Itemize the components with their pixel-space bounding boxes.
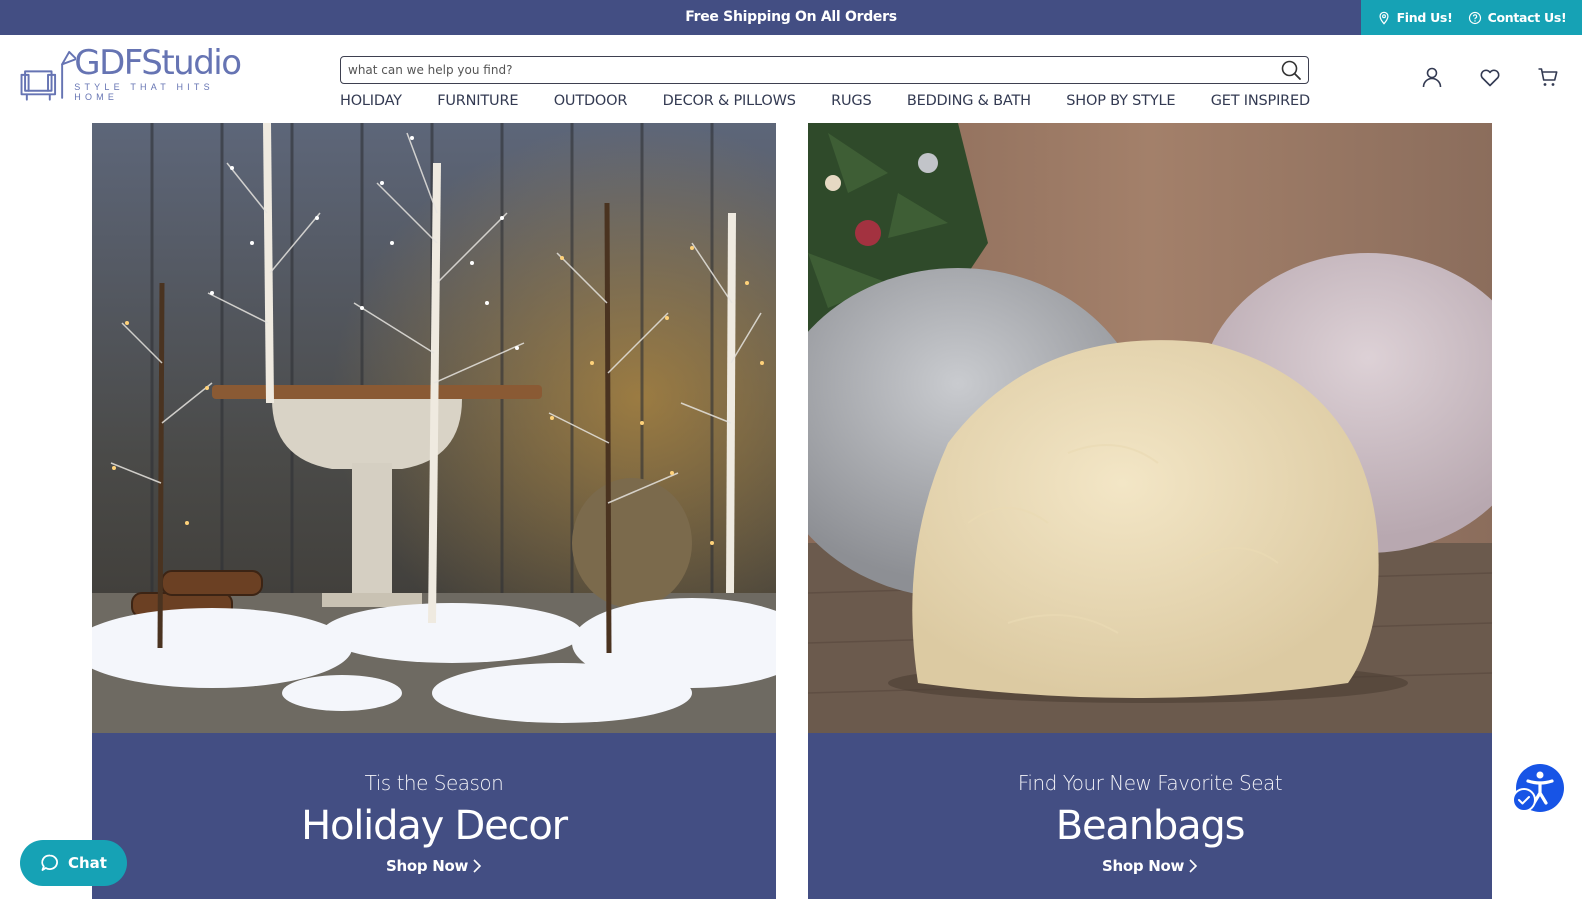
site-header: GDFStudio STYLE THAT HITS HOME HOLIDAY F… [0,35,1582,123]
account-icon[interactable] [1420,65,1444,89]
logo-tagline: STYLE THAT HITS HOME [74,82,214,102]
nav-item-shop-by-style[interactable]: SHOP BY STYLE [1066,93,1175,117]
nav-item-holiday[interactable]: HOLIDAY [340,93,402,117]
promo-title: Holiday Decor [301,803,568,849]
main-nav: HOLIDAY FURNITURE OUTDOOR DECOR & PILLOW… [340,93,1310,117]
nav-item-rugs[interactable]: RUGS [831,93,872,117]
site-logo[interactable]: GDFStudio STYLE THAT HITS HOME [18,41,242,107]
nav-item-decor-pillows[interactable]: DECOR & PILLOWS [663,93,796,117]
holiday-trees-image [92,123,776,733]
promo-subtitle: Tis the Season [364,771,504,795]
contact-us-link[interactable]: Contact Us! [1468,10,1567,25]
shop-now-link[interactable]: Shop Now [386,857,482,875]
topbar-links: Find Us! Contact Us! [1361,0,1582,35]
help-circle-icon [1468,11,1481,24]
find-us-label: Find Us! [1396,10,1453,25]
promo-card-panel: Tis the Season Holiday Decor Shop Now [92,733,776,899]
announcement-bar: Free Shipping On All Orders Find Us! Con… [0,0,1582,35]
nav-item-outdoor[interactable]: OUTDOOR [554,93,628,117]
cart-icon[interactable] [1536,65,1560,89]
logo-wordmark: GDFStudio [74,43,242,83]
wishlist-heart-icon[interactable] [1478,65,1502,89]
chevron-right-icon [1189,859,1198,873]
promo-subtitle: Find Your New Favorite Seat [1017,771,1283,795]
find-us-link[interactable]: Find Us! [1377,10,1453,25]
promo-card-beanbags[interactable]: Find Your New Favorite Seat Beanbags Sho… [808,123,1492,899]
shop-now-link[interactable]: Shop Now [1102,857,1198,875]
chat-button[interactable]: Chat [20,840,127,886]
chat-bubble-icon [41,854,58,871]
nav-item-furniture[interactable]: FURNITURE [437,93,518,117]
nav-item-bedding-bath[interactable]: BEDDING & BATH [907,93,1031,117]
nav-item-get-inspired[interactable]: GET INSPIRED [1211,93,1310,117]
free-shipping-message: Free Shipping On All Orders [685,9,897,25]
promo-card-holiday-decor[interactable]: Tis the Season Holiday Decor Shop Now [92,123,776,899]
promo-title: Beanbags [1055,803,1246,849]
location-pin-icon [1379,11,1389,25]
promo-card-panel: Find Your New Favorite Seat Beanbags Sho… [808,733,1492,899]
search-icon[interactable] [1280,59,1302,81]
accessibility-check-icon [1512,788,1536,812]
search-bar [340,56,1309,84]
logo-text: GDFStudio STYLE THAT HITS HOME [74,46,242,102]
shop-now-label: Shop Now [385,857,469,875]
contact-us-label: Contact Us! [1487,10,1567,25]
search-input[interactable] [341,57,1261,82]
armchair-lamp-logo-icon [20,50,77,101]
chat-label: Chat [68,854,107,872]
header-actions [1420,65,1560,91]
chevron-right-icon [473,859,482,873]
beanbags-image [808,123,1492,733]
shop-now-label: Shop Now [1101,857,1185,875]
